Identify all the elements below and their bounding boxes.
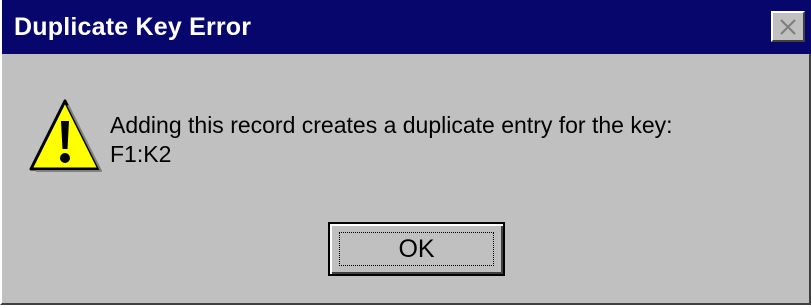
close-button[interactable] — [771, 11, 805, 42]
warning-icon — [29, 99, 102, 172]
close-icon — [780, 18, 796, 35]
dialog-title: Duplicate Key Error — [14, 12, 252, 41]
ok-button[interactable]: OK — [328, 222, 505, 276]
duplicate-key-error-dialog: Duplicate Key Error Adding this record c… — [0, 0, 811, 305]
message-line-2: F1:K2 — [110, 141, 172, 167]
error-message: Adding this record creates a duplicate e… — [110, 111, 673, 169]
title-bar[interactable]: Duplicate Key Error — [2, 0, 811, 54]
ok-button-label: OK — [398, 234, 435, 263]
message-line-1: Adding this record creates a duplicate e… — [110, 112, 673, 138]
